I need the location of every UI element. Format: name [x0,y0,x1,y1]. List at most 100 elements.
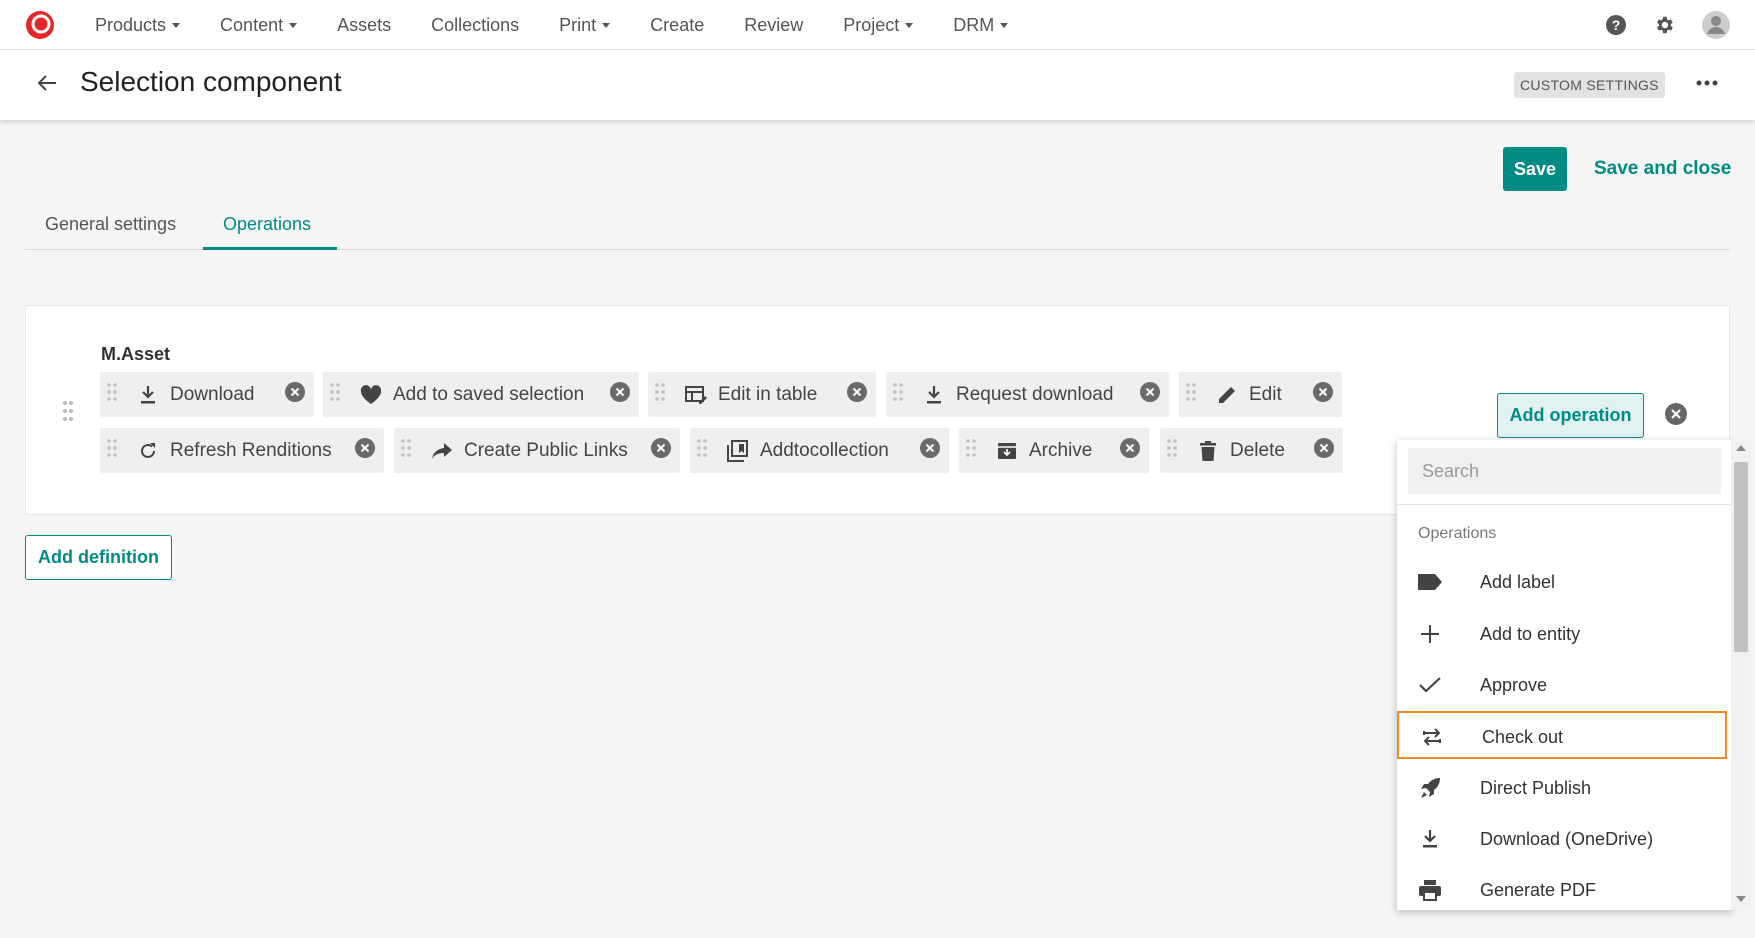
scroll-up-arrow-icon[interactable] [1736,445,1746,451]
nav-label: Review [744,14,804,35]
drag-handle-icon[interactable] [1185,382,1197,408]
operation-chip[interactable]: Create Public Links [394,428,680,473]
nav-label: Print [559,14,597,35]
user-avatar-icon[interactable] [1701,10,1731,40]
drag-handle-icon[interactable] [1166,438,1178,464]
operation-chip[interactable]: Edit in table [648,372,876,417]
search-input[interactable] [1408,448,1721,494]
tabs: General settings Operations [25,200,1730,250]
nav-review[interactable]: Review [744,15,803,36]
operation-chip[interactable]: Download [100,372,314,417]
caret-down-icon [289,22,298,28]
remove-chip-icon[interactable] [284,381,306,409]
operation-chip[interactable]: Request download [886,372,1169,417]
pencil-icon [1215,385,1239,405]
tab-general-settings[interactable]: General settings [45,214,176,235]
divider [1397,504,1732,505]
save-and-close-button[interactable]: Save and close [1594,158,1731,180]
back-arrow-icon[interactable] [36,72,58,99]
nav-drm[interactable]: DRM [953,15,1009,36]
operation-chip[interactable]: Edit [1179,372,1342,417]
dropdown-item[interactable]: Approve [1397,661,1727,709]
nav-project[interactable]: Project [843,15,914,36]
remove-chip-icon[interactable] [1312,381,1334,409]
add-operation-button[interactable]: Add operation [1497,393,1644,438]
operation-chip[interactable]: Add to saved selection [323,372,639,417]
operation-chip[interactable]: Archive [959,428,1149,473]
operation-chip[interactable]: Delete [1160,428,1343,473]
custom-settings-badge: CUSTOM SETTINGS [1514,72,1665,98]
top-navigation-bar: Products Content Assets Collections Prin… [0,0,1755,50]
dropdown-item-label: Direct Publish [1480,778,1592,798]
page-title: Selection component [80,66,342,97]
operation-chip-label: Refresh Renditions [170,439,332,461]
rocket-icon [1417,776,1443,800]
drag-handle-icon[interactable] [965,438,977,464]
remove-chip-icon[interactable] [919,437,941,465]
drag-handle-icon[interactable] [62,400,74,427]
operation-chip[interactable]: Addtocollection [690,428,949,473]
plus-icon [1417,622,1443,646]
active-tab-indicator [203,247,337,250]
heart-icon [359,384,383,405]
gear-icon[interactable] [1653,14,1675,36]
nav-assets[interactable]: Assets [337,15,391,36]
scroll-down-arrow-icon[interactable] [1736,896,1746,902]
drag-handle-icon[interactable] [400,438,412,464]
operation-chip-label: Add to saved selection [393,383,585,405]
save-button[interactable]: Save [1503,147,1567,191]
dropdown-item[interactable]: Download (OneDrive) [1397,815,1727,863]
remove-chip-icon[interactable] [846,381,868,409]
remove-chip-icon[interactable] [650,437,672,465]
operation-chip[interactable]: Refresh Renditions [100,428,384,473]
remove-chip-icon[interactable] [354,437,376,465]
nav-products[interactable]: Products [95,14,181,36]
refresh-icon [136,441,160,461]
remove-definition-icon[interactable] [1664,402,1688,431]
operation-chip-label: Addtocollection [760,439,889,461]
drag-handle-icon[interactable] [106,438,118,464]
tab-operations[interactable]: Operations [223,214,311,235]
drag-handle-icon[interactable] [696,438,708,464]
remove-chip-icon[interactable] [1119,437,1141,465]
more-options-icon[interactable] [1696,74,1718,92]
top-icons: ? [1579,0,1731,50]
dropdown-item[interactable]: Direct Publish [1397,764,1727,812]
collection-add-icon [726,439,750,462]
dropdown-item-label: Approve [1480,675,1548,695]
operation-chip-label: Request download [956,383,1114,405]
help-icon[interactable]: ? [1605,14,1627,36]
share-icon [430,442,454,460]
nav-create[interactable]: Create [650,15,704,36]
drag-handle-icon[interactable] [654,382,666,408]
operation-chip-label: Edit in table [718,383,818,405]
drag-handle-icon[interactable] [106,382,118,408]
nav-label: Products [95,14,167,35]
main-nav: Products Content Assets Collections Prin… [95,0,1048,50]
nav-content[interactable]: Content [220,14,298,36]
archive-icon [995,441,1019,461]
nav-label: Content [220,14,284,35]
scrollbar-thumb[interactable] [1734,462,1748,652]
nav-label: Collections [431,14,520,35]
drag-handle-icon[interactable] [329,382,341,408]
dropdown-item-label: Add label [1480,572,1556,592]
dropdown-item[interactable]: Add label [1397,558,1727,606]
dropdown-item-label: Check out [1482,727,1564,747]
dropdown-item[interactable]: Check out [1397,711,1727,759]
remove-chip-icon[interactable] [1313,437,1335,465]
nav-label: Create [650,14,705,35]
operation-chip-label: Download [170,383,255,405]
dropdown-item[interactable]: Generate PDF [1397,866,1727,910]
app-logo[interactable] [24,9,56,41]
dropdown-item[interactable]: Add to entity [1397,610,1727,658]
dropdown-item-label: Download (OneDrive) [1480,829,1654,849]
operation-chip-label: Create Public Links [464,439,628,461]
remove-chip-icon[interactable] [609,381,631,409]
remove-chip-icon[interactable] [1139,381,1161,409]
nav-collections[interactable]: Collections [431,15,519,36]
nav-print[interactable]: Print [559,14,611,36]
drag-handle-icon[interactable] [892,382,904,408]
operation-chip-label: Archive [1029,439,1093,461]
add-definition-button[interactable]: Add definition [25,535,172,580]
